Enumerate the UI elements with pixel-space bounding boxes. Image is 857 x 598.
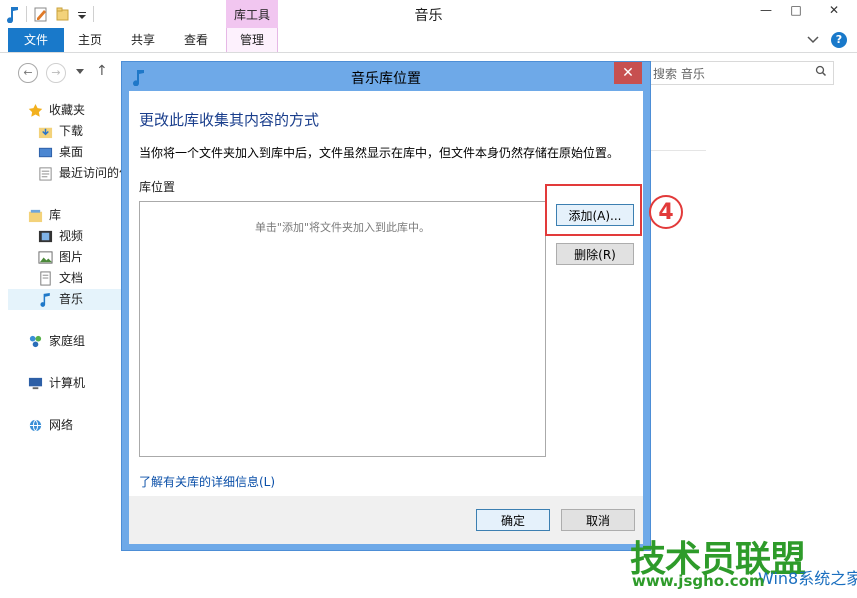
locations-empty-hint: 单击"添加"将文件夹加入到此库中。 [254, 221, 431, 234]
computer-icon [28, 377, 43, 390]
dialog-description: 当你将一个文件夹加入到库中后，文件虽然显示在库中，但文件本身仍然存储在原始位置。 [139, 146, 620, 160]
nav-videos-label: 视频 [59, 229, 84, 243]
nav-videos[interactable]: 视频 [0, 226, 122, 247]
minimize-button[interactable]: — [751, 0, 781, 22]
library-locations-label: 库位置 [139, 180, 176, 194]
ribbon-right-controls: ? [807, 32, 847, 48]
explorer-title-bar: 库工具 音乐 — □ ✕ [0, 0, 857, 28]
back-button[interactable]: ← [18, 63, 38, 83]
homegroup-icon [29, 335, 42, 348]
nav-pictures-label: 图片 [59, 250, 84, 264]
nav-favorites-label: 收藏夹 [49, 103, 86, 117]
music-library-locations-dialog: 音乐库位置 ✕ 更改此库收集其内容的方式 当你将一个文件夹加入到库中后，文件虽然… [121, 61, 651, 551]
nav-downloads-label: 下载 [59, 124, 84, 138]
help-button[interactable]: ? [831, 32, 847, 48]
recent-places-icon [39, 167, 52, 181]
nav-documents-label: 文档 [59, 271, 84, 285]
dialog-heading: 更改此库收集其内容的方式 [139, 111, 320, 129]
nav-favorites[interactable]: 收藏夹 [0, 100, 122, 121]
nav-documents[interactable]: 文档 [0, 268, 122, 289]
forward-button[interactable]: → [46, 63, 66, 83]
search-placeholder: 搜索 音乐 [653, 67, 705, 81]
library-locations-list[interactable]: 单击"添加"将文件夹加入到此库中。 [139, 201, 546, 457]
nav-music-label: 音乐 [59, 292, 84, 306]
nav-music[interactable]: 音乐 [8, 289, 122, 310]
pictures-icon [38, 251, 53, 264]
search-box[interactable]: 搜索 音乐 [646, 61, 834, 85]
up-button[interactable]: ↑ [96, 63, 108, 79]
dialog-body: 更改此库收集其内容的方式 当你将一个文件夹加入到库中后，文件虽然显示在库中，但文… [129, 91, 643, 496]
downloads-folder-icon [38, 127, 53, 139]
step-number-badge: 4 [649, 195, 683, 229]
videos-icon [38, 230, 53, 243]
tab-share[interactable]: 共享 [118, 28, 168, 52]
maximize-button[interactable]: □ [781, 0, 811, 22]
column-divider [651, 150, 706, 151]
nav-homegroup[interactable]: 家庭组 [0, 331, 122, 352]
tab-manage[interactable]: 管理 [226, 28, 278, 52]
close-window-button[interactable]: ✕ [811, 0, 857, 22]
tab-view[interactable]: 查看 [172, 28, 220, 52]
recent-locations-chevron-icon[interactable] [76, 69, 84, 75]
dialog-close-button[interactable]: ✕ [614, 62, 642, 84]
nav-libraries[interactable]: 库 [0, 205, 122, 226]
ok-button[interactable]: 确定 [476, 509, 550, 531]
music-note-icon [40, 292, 50, 307]
network-icon [29, 419, 42, 432]
documents-icon [40, 271, 51, 286]
nav-recent-places[interactable]: 最近访问的位置 [0, 163, 143, 184]
ribbon-tab-bar: 文件 主页 共享 查看 管理 ? [0, 28, 857, 53]
window-controls: — □ ✕ [751, 0, 857, 22]
tab-file[interactable]: 文件 [8, 28, 64, 52]
dialog-title: 音乐库位置 [351, 71, 421, 87]
add-button-highlight [545, 184, 642, 236]
nav-computer-label: 计算机 [49, 376, 86, 390]
desktop-icon [38, 147, 53, 158]
nav-computer[interactable]: 计算机 [0, 373, 122, 394]
tab-home[interactable]: 主页 [66, 28, 114, 52]
watermark-url: www.jsgho.com [632, 572, 765, 590]
nav-network-label: 网络 [49, 418, 74, 432]
learn-more-link[interactable]: 了解有关库的详细信息(L) [139, 473, 275, 490]
libraries-icon [28, 209, 43, 223]
search-icon [815, 65, 827, 77]
nav-desktop[interactable]: 桌面 [0, 142, 122, 163]
cancel-button[interactable]: 取消 [561, 509, 635, 531]
nav-network[interactable]: 网络 [0, 415, 122, 436]
expand-ribbon-icon[interactable] [807, 36, 819, 44]
remove-location-button[interactable]: 删除(R) [556, 243, 634, 265]
nav-libraries-label: 库 [49, 208, 62, 222]
window-title: 音乐 [414, 8, 443, 24]
nav-downloads[interactable]: 下载 [0, 121, 122, 142]
nav-pictures[interactable]: 图片 [0, 247, 122, 268]
dialog-footer: 确定 取消 [129, 496, 643, 544]
nav-homegroup-label: 家庭组 [49, 334, 86, 348]
star-icon [28, 103, 43, 117]
nav-desktop-label: 桌面 [59, 145, 84, 159]
watermark-tail: Win8系统之家 [758, 569, 857, 588]
navigation-pane: 收藏夹 下载 桌面 最近访问的位置 库 视频 图片 文档 音乐 家庭组 计算机 [0, 96, 143, 598]
